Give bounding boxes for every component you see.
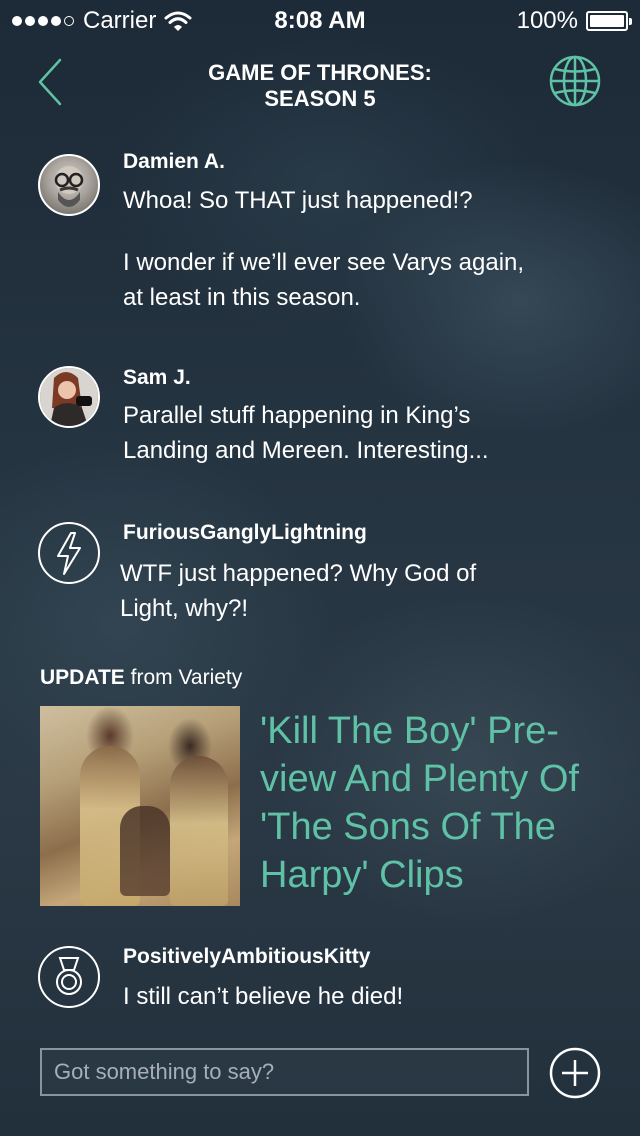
plus-circle-icon <box>549 1047 601 1099</box>
message-input[interactable] <box>40 1048 529 1096</box>
comment-author[interactable]: FuriousGanglyLightning <box>123 521 367 545</box>
comment-text: Whoa! So THAT just happened!? <box>123 183 613 218</box>
avatar[interactable] <box>38 366 100 428</box>
comment-author[interactable]: Sam J. <box>123 366 191 390</box>
update-headline-link[interactable]: 'Kill The Boy' Pre- view And Plenty Of '… <box>260 707 620 899</box>
comment-line: Parallel stuff happening in King’s <box>123 402 471 429</box>
comment-line: I wonder if we’ll ever see Varys again, <box>123 249 525 276</box>
page-title: GAME OF THRONES: SEASON 5 <box>150 60 490 112</box>
comment-line: Landing and Mereen. Interesting... <box>123 437 489 464</box>
lightning-icon <box>57 532 81 575</box>
update-label-bold: UPDATE <box>40 666 125 689</box>
avatar[interactable] <box>38 946 100 1008</box>
comment-author[interactable]: Damien A. <box>123 150 225 174</box>
avatar-face-icon <box>54 166 84 207</box>
globe-icon <box>549 55 601 107</box>
update-label: UPDATE from Variety <box>40 666 242 690</box>
comment-text: I wonder if we’ll ever see Varys again, … <box>123 245 613 315</box>
back-button[interactable] <box>28 56 72 108</box>
comment-line: Light, why?! <box>120 595 249 622</box>
comment-text: WTF just happened? Why God of Light, why… <box>120 556 610 626</box>
update-thumbnail[interactable] <box>40 706 240 906</box>
add-button[interactable] <box>549 1047 601 1099</box>
comment-line: I still can’t believe he died! <box>123 983 404 1010</box>
page-title-line2: SEASON 5 <box>264 86 376 111</box>
avatar-face-icon <box>40 368 98 426</box>
battery-percentage: 100% <box>516 7 578 34</box>
battery-icon <box>586 11 632 31</box>
medal-icon <box>56 957 82 995</box>
comment-line: at least in this season. <box>123 284 361 311</box>
comment-text: Parallel stuff happening in King’s Landi… <box>123 398 613 468</box>
page-title-line1: GAME OF THRONES: <box>208 60 432 85</box>
status-right: 100% <box>516 7 632 35</box>
status-bar: Carrier 8:08 AM 100% <box>0 0 640 40</box>
globe-button[interactable] <box>548 54 602 108</box>
update-label-source: from Variety <box>124 666 243 689</box>
chevron-left-icon <box>38 58 62 106</box>
thumbnail-figure <box>170 756 228 906</box>
comment-line: WTF just happened? Why God of <box>120 560 477 587</box>
comment-text: I still can’t believe he died! <box>123 979 613 1014</box>
thumbnail-figure <box>120 806 170 896</box>
comment-line: Whoa! So THAT just happened!? <box>123 187 473 214</box>
headline-line: view And Plenty Of <box>260 758 579 800</box>
comment-author[interactable]: PositivelyAmbitiousKitty <box>123 945 370 969</box>
avatar[interactable] <box>38 522 100 584</box>
headline-line: 'The Sons Of The <box>260 806 556 848</box>
headline-line: 'Kill The Boy' Pre- <box>260 710 559 752</box>
nav-bar: GAME OF THRONES: SEASON 5 <box>0 40 640 130</box>
headline-line: Harpy' Clips <box>260 854 464 896</box>
avatar[interactable] <box>38 154 100 216</box>
